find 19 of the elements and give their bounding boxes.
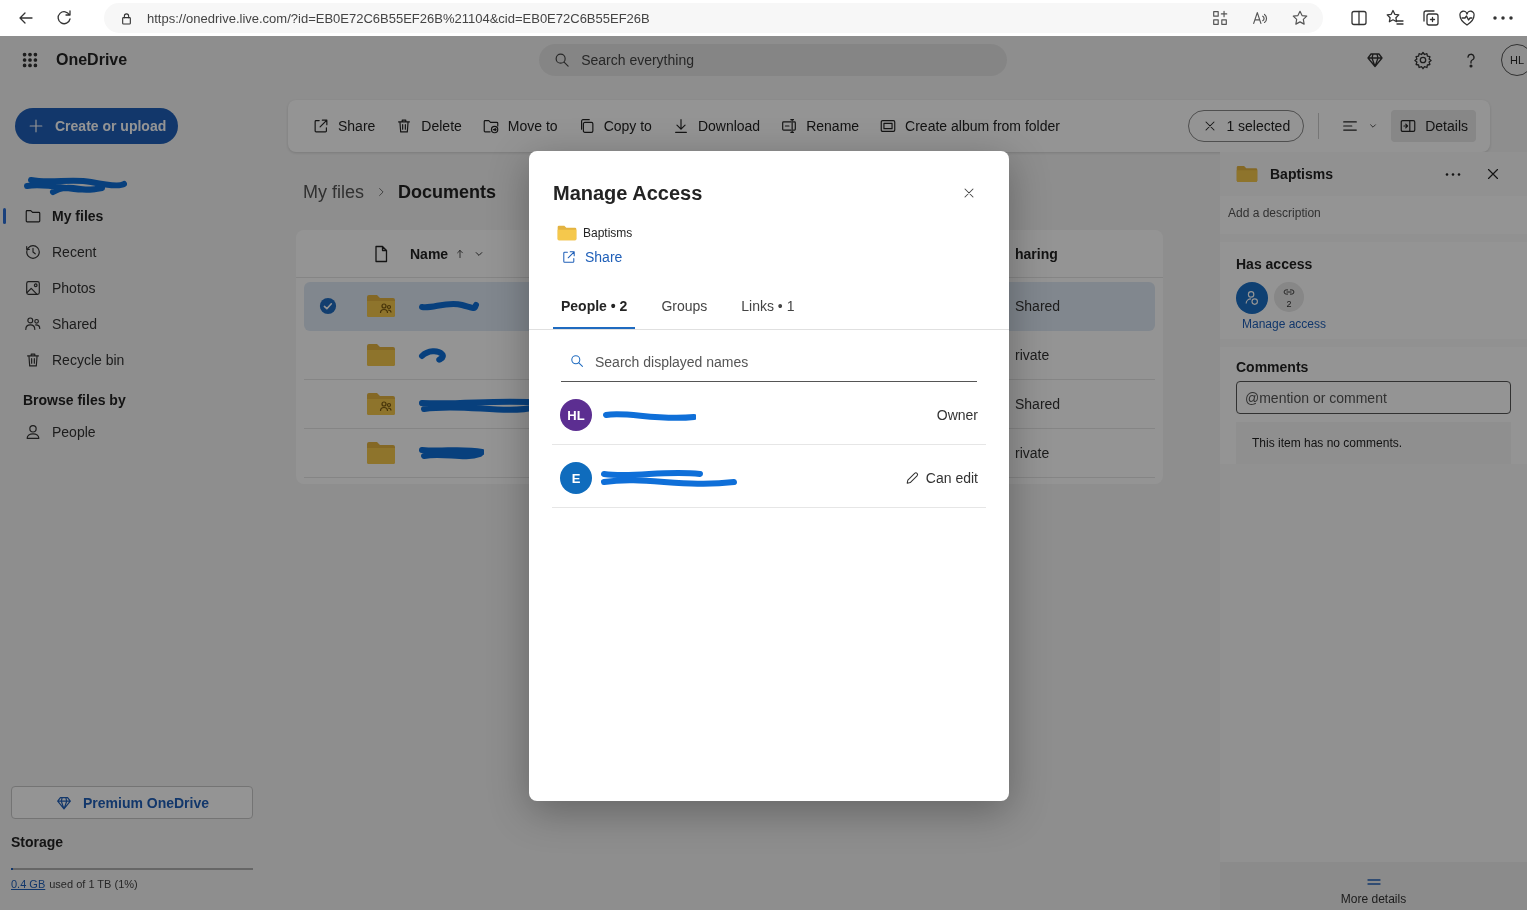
item-name: Baptisms [583,226,633,240]
person-avatar: HL [560,399,592,431]
section-heading: Has access [1236,256,1314,272]
storage-text: used of 1 TB (1%) [49,878,138,890]
sharing-status: Shared [1014,298,1062,314]
url-text: https://onedrive.live.com/?id=EB0E72C6B55EF26B%21104&cid=EB0E72C6B55EF26B [147,10,651,26]
item-title: Baptisms [1270,166,1335,182]
storage-heading: Storage [11,834,65,850]
section-heading: Browse files by [23,392,127,408]
sharing-status: rivate [1014,445,1051,461]
empty-comments-text: This item has no comments. [1252,436,1403,450]
dialog-title: Manage Access [553,181,703,205]
link-count: 2 [1286,299,1292,309]
section-heading: Comments [1236,359,1310,375]
person-avatar: E [560,462,592,494]
sharing-status: Shared [1014,396,1062,412]
sharing-status: rivate [1014,347,1051,363]
role-text: Owner [936,407,978,423]
app-name: OneDrive [56,51,128,69]
